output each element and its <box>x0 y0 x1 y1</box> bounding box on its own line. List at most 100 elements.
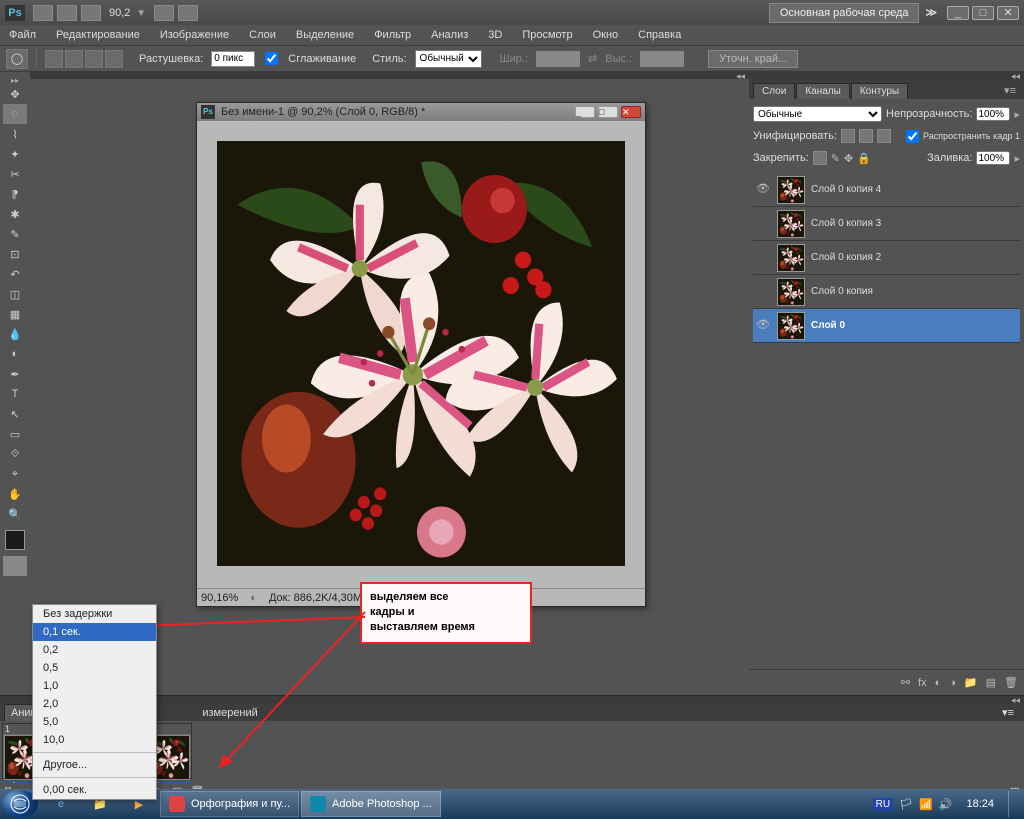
tray-flag-icon[interactable]: 🏳 <box>899 798 913 811</box>
adjust-icon[interactable]: ◑ <box>949 677 956 689</box>
layer-row[interactable]: 👁 Слой 0 копия 4 <box>753 173 1020 207</box>
heal-tool[interactable]: ✱ <box>3 204 27 224</box>
doc-close[interactable]: ✕ <box>621 106 641 118</box>
menu-nodelay[interactable]: Без задержки <box>33 605 156 623</box>
menu-file[interactable]: Файл <box>5 27 40 43</box>
show-desktop[interactable] <box>1008 791 1016 817</box>
anim-menu-icon[interactable]: ▾≡ <box>996 704 1020 721</box>
unify-vis-icon[interactable] <box>859 129 873 143</box>
unify-style-icon[interactable] <box>877 129 891 143</box>
visibility-toggle[interactable]: 👁 <box>755 182 771 198</box>
tray-volume-icon[interactable]: 🔊 <box>939 798 953 811</box>
lasso-tool[interactable]: ⌇ <box>3 124 27 144</box>
group-icon[interactable]: 📁 <box>964 676 978 689</box>
link-layers-icon[interactable]: ⚯ <box>901 676 910 689</box>
arrange-icon[interactable] <box>154 5 174 21</box>
menu-02s[interactable]: 0,2 <box>33 641 156 659</box>
mask-icon[interactable]: ◐ <box>935 677 942 689</box>
status-zoom[interactable]: 90,16% <box>201 592 238 604</box>
layer-thumb[interactable] <box>777 278 805 306</box>
menu-3d[interactable]: 3D <box>484 27 506 43</box>
tab-timeline[interactable]: измерений <box>198 705 261 721</box>
status-docsize[interactable]: Док: 886,2K/4,30M <box>269 592 362 604</box>
brush-tool[interactable]: ✎ <box>3 224 27 244</box>
menu-01s[interactable]: 0,1 сек. <box>33 623 156 641</box>
layer-name[interactable]: Слой 0 копия <box>811 286 873 297</box>
tab-paths[interactable]: Контуры <box>851 83 908 99</box>
layer-row[interactable]: Слой 0 копия 3 <box>753 207 1020 241</box>
workspace-switcher[interactable]: Основная рабочая среда <box>769 3 920 23</box>
menu-layer[interactable]: Слои <box>245 27 280 43</box>
layer-thumb[interactable] <box>777 312 805 340</box>
bridge-icon[interactable] <box>33 5 53 21</box>
selection-add-icon[interactable] <box>65 50 83 68</box>
unify-pos-icon[interactable] <box>841 129 855 143</box>
layer-thumb[interactable] <box>777 244 805 272</box>
fx-icon[interactable]: fx <box>918 677 927 689</box>
lang-indicator[interactable]: RU <box>873 798 893 811</box>
panel-collapse[interactable]: ◂◂ <box>30 72 749 79</box>
blur-tool[interactable]: 💧 <box>3 324 27 344</box>
layer-row[interactable]: Слой 0 копия <box>753 275 1020 309</box>
path-tool[interactable]: ↖ <box>3 404 27 424</box>
task-photoshop[interactable]: Adobe Photoshop ... <box>301 791 441 817</box>
panel-menu-icon[interactable]: ▾≡ <box>1000 82 1020 99</box>
color-swatch[interactable] <box>5 530 25 550</box>
layer-name[interactable]: Слой 0 копия 2 <box>811 252 881 263</box>
layer-name[interactable]: Слой 0 копия 4 <box>811 184 881 195</box>
doc-maximize[interactable]: □ <box>598 106 618 118</box>
menu-5s[interactable]: 5,0 <box>33 713 156 731</box>
visibility-toggle[interactable] <box>755 216 771 232</box>
selection-intersect-icon[interactable] <box>105 50 123 68</box>
minibridge-icon[interactable] <box>57 5 77 21</box>
menu-image[interactable]: Изображение <box>156 27 233 43</box>
workspace-more-icon[interactable]: ≫ <box>925 6 937 19</box>
blend-mode-select[interactable]: Обычные <box>753 106 882 122</box>
selection-subtract-icon[interactable] <box>85 50 103 68</box>
trash-icon[interactable]: 🗑 <box>1004 676 1018 689</box>
layer-thumb[interactable] <box>777 176 805 204</box>
menu-analysis[interactable]: Анализ <box>427 27 472 43</box>
wand-tool[interactable]: ✦ <box>3 144 27 164</box>
new-layer-icon[interactable]: ▤ <box>986 676 996 689</box>
eraser-tool[interactable]: ◫ <box>3 284 27 304</box>
layer-row[interactable]: 👁 Слой 0 <box>753 309 1020 343</box>
gradient-tool[interactable]: ▦ <box>3 304 27 324</box>
minimize-button[interactable]: _ <box>947 6 969 20</box>
shape-tool[interactable]: ▭ <box>3 424 27 444</box>
screenmode-icon[interactable] <box>178 5 198 21</box>
propagate-checkbox[interactable] <box>906 130 919 143</box>
fill-input[interactable] <box>976 151 1010 165</box>
antialias-checkbox[interactable] <box>265 52 278 65</box>
tool-preset-icon[interactable]: ◯ <box>6 49 28 69</box>
visibility-toggle[interactable]: 👁 <box>755 318 771 334</box>
tab-channels[interactable]: Каналы <box>796 83 850 99</box>
visibility-toggle[interactable] <box>755 250 771 266</box>
quickmask-toggle[interactable] <box>3 556 27 576</box>
menu-window[interactable]: Окно <box>589 27 623 43</box>
type-tool[interactable]: T <box>3 384 27 404</box>
document-canvas[interactable] <box>217 141 625 566</box>
menu-05s[interactable]: 0,5 <box>33 659 156 677</box>
style-select[interactable]: Обычный <box>415 50 482 68</box>
stamp-tool[interactable]: ⊡ <box>3 244 27 264</box>
menu-filter[interactable]: Фильтр <box>370 27 415 43</box>
menu-select[interactable]: Выделение <box>292 27 358 43</box>
doc-minimize[interactable]: _ <box>575 106 595 118</box>
tab-layers[interactable]: Слои <box>753 83 795 99</box>
menu-edit[interactable]: Редактирование <box>52 27 144 43</box>
layer-row[interactable]: Слой 0 копия 2 <box>753 241 1020 275</box>
document-titlebar[interactable]: Ps Без имени-1 @ 90,2% (Слой 0, RGB/8) *… <box>197 103 645 121</box>
layer-name[interactable]: Слой 0 копия 3 <box>811 218 881 229</box>
panel-collapse-r[interactable]: ◂◂ <box>749 72 1024 79</box>
refine-edge-button[interactable]: Уточн. край... <box>708 50 798 68</box>
zoom-tool[interactable]: 🔍 <box>3 504 27 524</box>
menu-10s[interactable]: 10,0 <box>33 731 156 749</box>
task-opera[interactable]: Орфография и пу... <box>160 791 299 817</box>
lock-trans-icon[interactable] <box>813 151 827 165</box>
pen-tool[interactable]: ✒ <box>3 364 27 384</box>
tray-network-icon[interactable]: 📶 <box>919 798 933 811</box>
maximize-button[interactable]: □ <box>972 6 994 20</box>
move-tool[interactable]: ✥ <box>3 84 27 104</box>
hand-tool[interactable]: ✋ <box>3 484 27 504</box>
